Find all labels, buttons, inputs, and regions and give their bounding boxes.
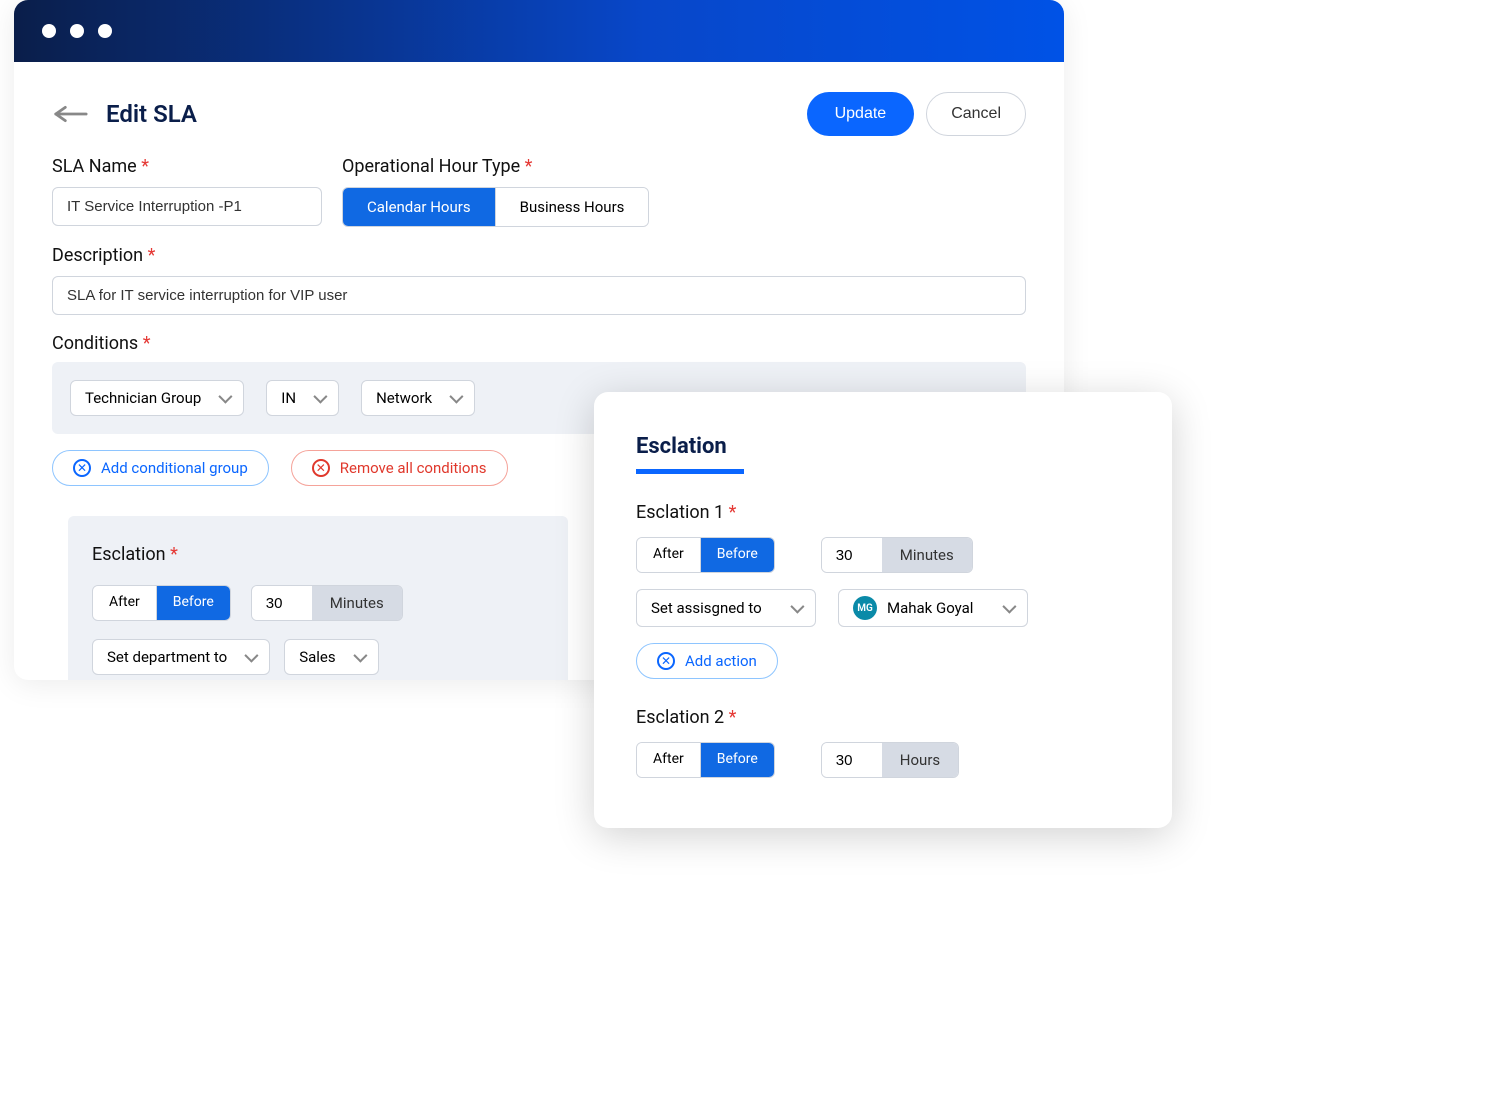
esc2-unit: Hours [882,743,958,777]
chevron-down-icon [219,390,233,404]
chevron-down-icon [245,649,259,663]
esc1-when-segmented: After Before [636,537,775,573]
escalation-popup: Esclation Esclation 1 * After Before Min… [594,392,1172,828]
esc1-amount-input[interactable] [822,538,882,572]
escalation-unit: Minutes [312,586,402,620]
escalation-before[interactable]: Before [157,586,230,620]
back-arrow-icon[interactable] [52,104,88,124]
op-hour-calendar[interactable]: Calendar Hours [343,188,496,226]
sla-name-input[interactable] [52,187,322,226]
op-hour-business[interactable]: Business Hours [496,188,649,226]
escalation2-label: Esclation 2 * [636,707,1130,728]
description-label: Description * [52,245,1026,266]
page-title: Edit SLA [106,100,197,128]
escalation-panel: Esclation * After Before Minutes Set dep… [68,516,568,680]
description-input[interactable] [52,276,1026,315]
set-department-select[interactable]: Set department to [92,639,270,675]
titlebar [14,0,1064,62]
circle-x-icon: ✕ [73,459,91,477]
escalation-after[interactable]: After [93,586,157,620]
update-button[interactable]: Update [807,92,915,136]
circle-x-icon: ✕ [657,652,675,670]
assignee-name: Mahak Goyal [887,599,973,617]
escalation-title: Esclation * [92,544,544,565]
esc1-unit: Minutes [882,538,972,572]
add-conditional-group-button[interactable]: ✕ Add conditional group [52,450,269,486]
esc2-amount-input[interactable] [822,743,882,777]
avatar: MG [853,596,877,620]
assignee-select[interactable]: MG Mahak Goyal [838,589,1028,627]
window-dot [70,24,84,38]
esc2-after[interactable]: After [637,743,701,777]
window-dot [42,24,56,38]
chevron-down-icon [790,600,804,614]
popup-title: Esclation [636,434,1130,459]
escalation-amount-input[interactable] [252,586,312,620]
chevron-down-icon [313,390,327,404]
window-dot [98,24,112,38]
add-action-button[interactable]: ✕ Add action [636,643,778,679]
conditions-label: Conditions * [52,333,1026,354]
chevron-down-icon [353,649,367,663]
circle-x-icon: ✕ [312,459,330,477]
condition-value-select[interactable]: Network [361,380,475,416]
cancel-button[interactable]: Cancel [926,92,1026,136]
esc2-before[interactable]: Before [701,743,774,777]
department-value-select[interactable]: Sales [284,639,378,675]
esc1-after[interactable]: After [637,538,701,572]
chevron-down-icon [449,390,463,404]
chevron-down-icon [1002,600,1016,614]
escalation-when-segmented: After Before [92,585,231,621]
condition-field-select[interactable]: Technician Group [70,380,244,416]
remove-all-conditions-button[interactable]: ✕ Remove all conditions [291,450,508,486]
set-assigned-select[interactable]: Set assisgned to [636,589,816,627]
op-hour-label: Operational Hour Type * [342,156,649,177]
esc1-before[interactable]: Before [701,538,774,572]
title-underline [636,469,744,474]
condition-op-select[interactable]: IN [266,380,339,416]
sla-name-label: SLA Name * [52,156,322,177]
op-hour-segmented: Calendar Hours Business Hours [342,187,649,227]
esc2-when-segmented: After Before [636,742,775,778]
escalation1-label: Esclation 1 * [636,502,1130,523]
